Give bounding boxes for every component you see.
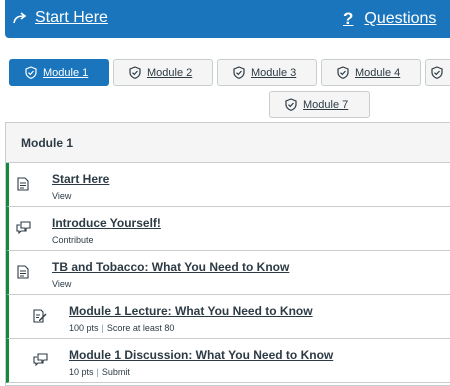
module-item: Module 1 Discussion: What You Need to Kn… — [6, 339, 450, 383]
start-here-label: Start Here — [35, 9, 108, 26]
tab-label: Module 4 — [355, 66, 401, 79]
item-title-link[interactable]: Start Here — [52, 172, 109, 186]
item-title-link[interactable]: Introduce Yourself! — [52, 216, 161, 230]
item-title-link[interactable]: Module 1 Discussion: What You Need to Kn… — [69, 348, 333, 362]
tab-module-4[interactable]: Module 4 — [321, 59, 421, 86]
discussion-icon — [33, 353, 48, 366]
module-navigation-banner: Start Here ? Questions — [5, 0, 450, 38]
tab-label: Module 3 — [251, 66, 297, 79]
tab-label: Module 1 — [43, 66, 89, 79]
questions-label: Questions — [364, 10, 437, 27]
item-requirement: View — [52, 279, 72, 289]
item-requirement: Contribute — [52, 235, 94, 245]
tab-module-7[interactable]: Module 7 — [269, 91, 370, 118]
discussion-icon — [16, 221, 31, 234]
shield-check-icon — [337, 66, 349, 79]
quiz-icon — [33, 309, 47, 323]
separator: | — [101, 323, 104, 333]
module-item: TB and Tobacco: What You Need to Know Vi… — [6, 251, 450, 295]
tab-module-2[interactable]: Module 2 — [113, 59, 213, 86]
item-requirement-text: Score at least 80 — [106, 323, 175, 333]
module-item: Introduce Yourself! Contribute — [6, 207, 450, 251]
tab-label: Module 7 — [303, 98, 349, 111]
page-icon — [17, 177, 29, 191]
module-panel: Module 1 Start Here View Introduce Yours… — [5, 122, 450, 386]
question-icon: ? — [343, 9, 354, 28]
module-header: Module 1 — [6, 123, 450, 163]
module-item: Start Here View — [6, 163, 450, 207]
questions-link[interactable]: ? Questions — [343, 9, 436, 29]
module-item: Module 1 Lecture: What You Need to Know … — [6, 295, 450, 339]
tab-label: Module 2 — [147, 66, 193, 79]
shield-check-icon — [285, 98, 297, 111]
tab-module-1[interactable]: Module 1 — [9, 59, 109, 86]
item-requirement: 100 pts | Score at least 80 — [69, 323, 174, 333]
item-points: 10 pts — [69, 367, 94, 377]
shield-check-icon — [129, 66, 141, 79]
tab-module-3[interactable]: Module 3 — [217, 59, 317, 86]
page-icon — [17, 265, 29, 279]
item-requirement-text: Submit — [101, 367, 130, 377]
item-title-link[interactable]: TB and Tobacco: What You Need to Know — [52, 260, 289, 274]
start-here-link[interactable]: Start Here — [13, 9, 108, 27]
shield-check-icon — [25, 66, 37, 79]
redo-arrow-icon — [13, 12, 27, 24]
shield-check-icon — [431, 66, 443, 79]
item-points: 100 pts — [69, 323, 99, 333]
item-requirement: 10 pts | Submit — [69, 367, 130, 377]
shield-check-icon — [233, 66, 245, 79]
item-title-link[interactable]: Module 1 Lecture: What You Need to Know — [69, 304, 313, 318]
separator: | — [96, 367, 99, 377]
tab-module-5-partial[interactable] — [425, 59, 450, 86]
item-requirement: View — [52, 191, 72, 201]
